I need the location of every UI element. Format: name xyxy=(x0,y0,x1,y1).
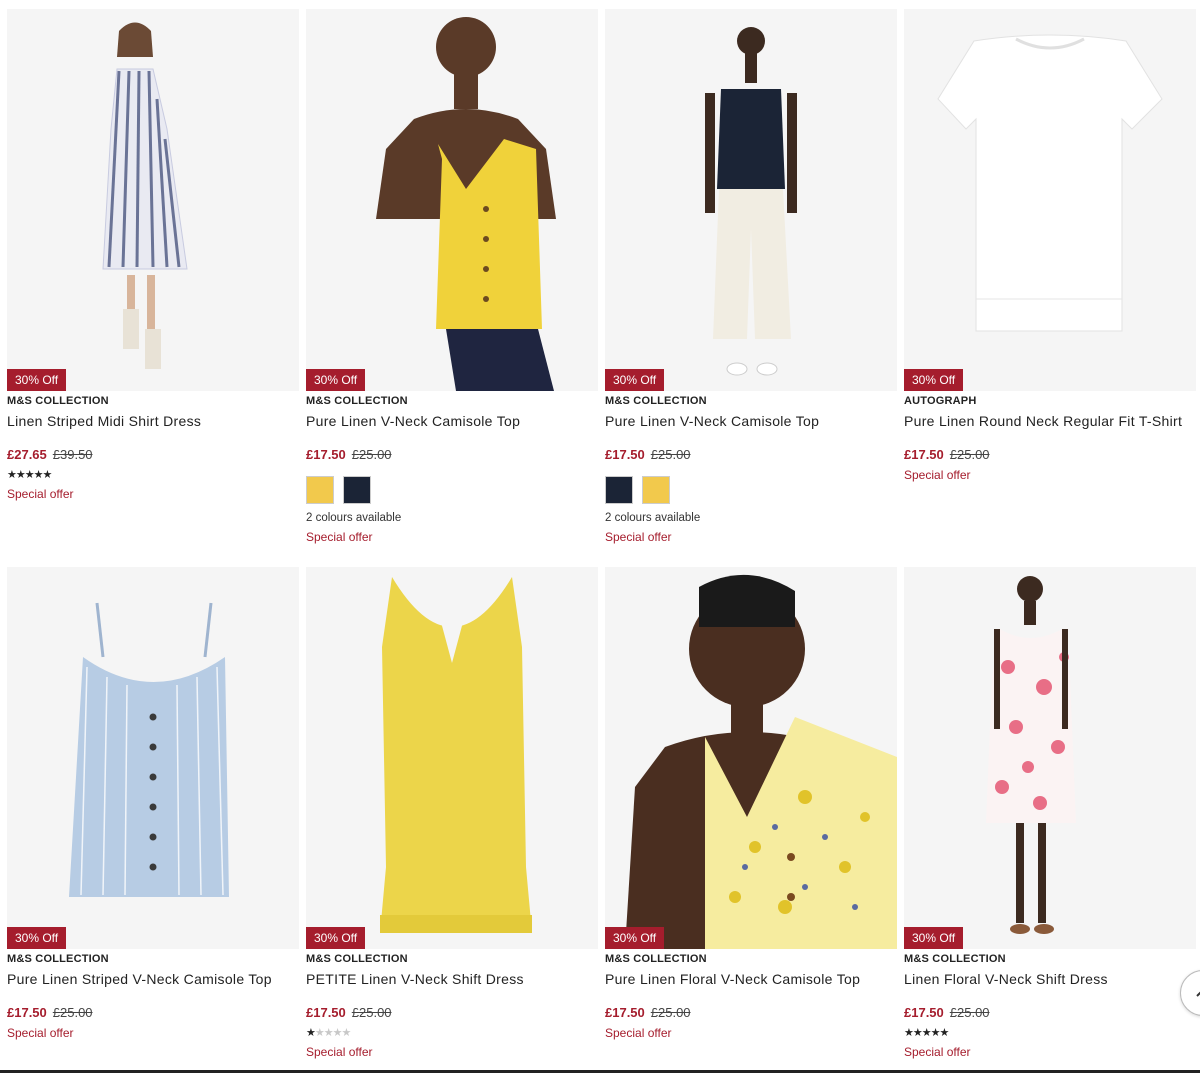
special-offer-link[interactable]: Special offer xyxy=(306,530,598,544)
star-icon: ★★★★ xyxy=(7,469,43,481)
product-name[interactable]: Linen Floral V-Neck Shift Dress xyxy=(904,971,1196,987)
product-card[interactable]: 30% Off M&S COLLECTION Linen Floral V-Ne… xyxy=(904,567,1196,1059)
striped-dress-illustration xyxy=(7,9,299,391)
special-offer-link[interactable]: Special offer xyxy=(904,1045,1196,1059)
product-name[interactable]: Linen Striped Midi Shirt Dress xyxy=(7,413,299,429)
sale-price: £17.50 xyxy=(7,1005,47,1020)
product-price: £17.50 £25.00 xyxy=(904,1005,1196,1020)
discount-badge: 30% Off xyxy=(904,927,964,949)
product-brand: M&S COLLECTION xyxy=(605,395,707,407)
product-price: £17.50 £25.00 xyxy=(306,1005,598,1020)
product-card[interactable]: 30% Off M&S COLLECTION Linen Striped Mid… xyxy=(7,9,299,501)
product-brand: M&S COLLECTION xyxy=(605,953,707,965)
product-image[interactable]: 30% Off xyxy=(904,9,1196,391)
sale-price: £17.50 xyxy=(605,1005,645,1020)
product-card[interactable]: 30% Off M&S COLLECTION Pure Linen Floral… xyxy=(605,567,897,1040)
product-image[interactable]: 30% Off xyxy=(605,567,897,949)
special-offer-link[interactable]: Special offer xyxy=(7,1026,299,1040)
product-brand: M&S COLLECTION xyxy=(7,953,109,965)
product-image[interactable]: 30% Off xyxy=(605,9,897,391)
rating-stars[interactable]: ★★★★★ xyxy=(904,1026,1196,1039)
colours-available: 2 colours available xyxy=(605,512,701,524)
yellow-shift-dress-illustration xyxy=(306,567,598,949)
product-brand: AUTOGRAPH xyxy=(904,395,977,407)
original-price: £25.00 xyxy=(351,1005,392,1020)
product-price: £17.50 £25.00 xyxy=(904,447,1196,462)
original-price: £25.00 xyxy=(52,1005,93,1020)
product-name[interactable]: Pure Linen Round Neck Regular Fit T-Shir… xyxy=(904,413,1196,429)
colour-swatches xyxy=(306,476,598,504)
product-brand: M&S COLLECTION xyxy=(7,395,109,407)
product-image[interactable]: 30% Off xyxy=(7,9,299,391)
product-price: £27.65 £39.50 xyxy=(7,447,299,462)
floral-shift-dress-illustration xyxy=(904,567,1196,949)
sale-price: £27.65 xyxy=(7,447,47,462)
product-card[interactable]: 30% Off M&S COLLECTION Pure Linen V-Neck… xyxy=(605,9,897,544)
product-name[interactable]: PETITE Linen V-Neck Shift Dress xyxy=(306,971,598,987)
striped-camisole-illustration xyxy=(7,567,299,949)
colours-available: 2 colours available xyxy=(306,512,402,524)
original-price: £25.00 xyxy=(949,1005,990,1020)
discount-badge: 30% Off xyxy=(7,369,67,391)
yellow-swatch[interactable] xyxy=(306,476,334,504)
special-offer-link[interactable]: Special offer xyxy=(605,530,897,544)
yellow-swatch[interactable] xyxy=(642,476,670,504)
discount-badge: 30% Off xyxy=(605,927,665,949)
product-price: £17.50 £25.00 xyxy=(605,1005,897,1020)
navy-swatch[interactable] xyxy=(605,476,633,504)
product-image[interactable]: 30% Off xyxy=(306,9,598,391)
yellow-camisole-illustration xyxy=(306,9,598,391)
original-price: £25.00 xyxy=(650,1005,691,1020)
product-image[interactable]: 30% Off xyxy=(904,567,1196,949)
navy-swatch[interactable] xyxy=(343,476,371,504)
half-star-icon: ★ xyxy=(42,469,52,481)
star-icon: ★ xyxy=(306,1027,316,1039)
original-price: £39.50 xyxy=(52,447,93,462)
empty-star-icon: ★★★★ xyxy=(314,1027,351,1039)
product-image[interactable]: 30% Off xyxy=(7,567,299,949)
product-brand: M&S COLLECTION xyxy=(306,395,408,407)
discount-badge: 30% Off xyxy=(306,369,366,391)
discount-badge: 30% Off xyxy=(605,369,665,391)
product-price: £17.50 £25.00 xyxy=(306,447,598,462)
product-card[interactable]: 30% Off AUTOGRAPH Pure Linen Round Neck … xyxy=(904,9,1196,482)
product-card[interactable]: 30% Off M&S COLLECTION Pure Linen Stripe… xyxy=(7,567,299,1040)
floral-camisole-illustration xyxy=(605,567,897,949)
special-offer-link[interactable]: Special offer xyxy=(605,1026,897,1040)
sale-price: £17.50 xyxy=(605,447,645,462)
product-name[interactable]: Pure Linen Striped V-Neck Camisole Top xyxy=(7,971,299,987)
product-name[interactable]: Pure Linen V-Neck Camisole Top xyxy=(306,413,598,429)
product-image[interactable]: 30% Off xyxy=(306,567,598,949)
sale-price: £17.50 xyxy=(306,447,346,462)
product-price: £17.50 £25.00 xyxy=(7,1005,299,1020)
sale-price: £17.50 xyxy=(904,1005,944,1020)
discount-badge: 30% Off xyxy=(306,927,366,949)
star-icon: ★★★★ xyxy=(904,1027,940,1039)
sale-price: £17.50 xyxy=(306,1005,346,1020)
original-price: £25.00 xyxy=(351,447,392,462)
special-offer-link[interactable]: Special offer xyxy=(306,1045,598,1059)
chevron-up-icon xyxy=(1196,991,1200,997)
colour-swatches xyxy=(605,476,897,504)
discount-badge: 30% Off xyxy=(904,369,964,391)
navy-camisole-illustration xyxy=(605,9,897,391)
sale-price: £17.50 xyxy=(904,447,944,462)
product-card[interactable]: 30% Off M&S COLLECTION PETITE Linen V-Ne… xyxy=(306,567,598,1059)
product-card[interactable]: 30% Off M&S COLLECTION Pure Linen V-Neck… xyxy=(306,9,598,544)
discount-badge: 30% Off xyxy=(7,927,67,949)
product-name[interactable]: Pure Linen Floral V-Neck Camisole Top xyxy=(605,971,897,987)
original-price: £25.00 xyxy=(949,447,990,462)
special-offer-link[interactable]: Special offer xyxy=(904,468,1196,482)
rating-stars[interactable]: ★★★★★ xyxy=(7,468,299,481)
original-price: £25.00 xyxy=(650,447,691,462)
rating-stars[interactable]: ★★★★★ xyxy=(306,1026,598,1039)
white-tshirt-illustration xyxy=(904,9,1196,391)
special-offer-link[interactable]: Special offer xyxy=(7,487,299,501)
product-brand: M&S COLLECTION xyxy=(306,953,408,965)
product-brand: M&S COLLECTION xyxy=(904,953,1006,965)
product-price: £17.50 £25.00 xyxy=(605,447,897,462)
half-star-icon: ★ xyxy=(939,1027,949,1039)
product-name[interactable]: Pure Linen V-Neck Camisole Top xyxy=(605,413,897,429)
